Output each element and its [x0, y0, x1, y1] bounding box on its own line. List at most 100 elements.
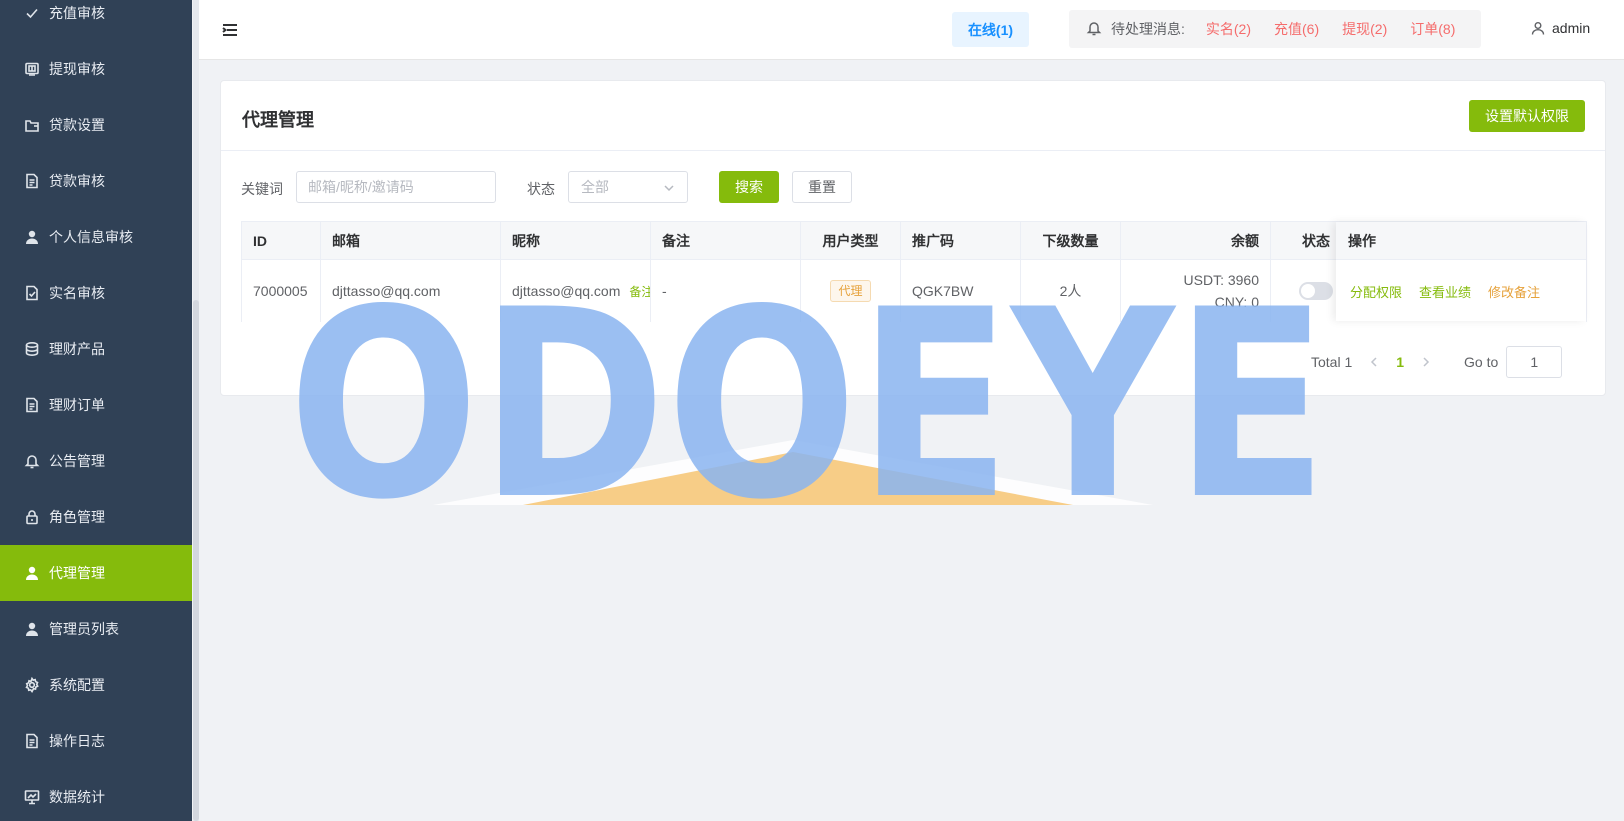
- sidebar-item-label: 充值审核: [49, 5, 105, 21]
- col-header-ops: 操作: [1336, 222, 1586, 260]
- bell-icon: [1086, 20, 1102, 39]
- chevron-down-icon: [663, 181, 675, 193]
- set-default-permissions-button[interactable]: 设置默认权限: [1469, 100, 1585, 132]
- pending-withdraw-link[interactable]: 提现(2): [1342, 19, 1387, 39]
- menu-toggle-icon[interactable]: [221, 21, 239, 39]
- sidebar-item-finance-products[interactable]: 理财产品: [0, 321, 192, 377]
- keyword-input[interactable]: [296, 171, 496, 203]
- sidebar-item-statistics[interactable]: 数据统计: [0, 769, 192, 821]
- username: admin: [1552, 20, 1591, 36]
- sidebar-scrollbar[interactable]: [193, 0, 199, 821]
- sidebar-item-label: 操作日志: [49, 733, 105, 749]
- user-menu[interactable]: admin: [1531, 20, 1590, 36]
- top-header: 在线(1) 待处理消息: 实名(2) 充值(6) 提现(2) 订单(8) adm…: [199, 0, 1624, 60]
- sidebar-item-agents[interactable]: 代理管理: [0, 545, 192, 601]
- sidebar-item-label: 实名审核: [49, 285, 105, 301]
- user-icon: [24, 621, 40, 637]
- status-select[interactable]: 全部: [568, 171, 688, 203]
- cell-remark: -: [651, 260, 801, 322]
- agent-management-card: 代理管理 设置默认权限 关键词 状态 全部 搜索 重置 ID 邮箱 昵称 备注 …: [220, 80, 1606, 396]
- wallet-icon: [24, 61, 40, 77]
- status-toggle[interactable]: [1299, 282, 1333, 300]
- user-icon: [24, 565, 40, 581]
- sidebar-item-finance-orders[interactable]: 理财订单: [0, 377, 192, 433]
- col-header-sub-count: 下级数量: [1021, 222, 1121, 259]
- edit-remark-link[interactable]: 修改备注: [1488, 282, 1540, 301]
- folder-icon: [24, 117, 40, 133]
- keyword-label: 关键词: [241, 181, 283, 197]
- sidebar-item-operation-log[interactable]: 操作日志: [0, 713, 192, 769]
- sidebar-item-label: 个人信息审核: [49, 229, 133, 245]
- sidebar-item-label: 系统配置: [49, 677, 105, 693]
- pending-orders-link[interactable]: 订单(8): [1410, 19, 1455, 39]
- col-header-balance: 余额: [1121, 222, 1271, 259]
- view-performance-link[interactable]: 查看业绩: [1419, 282, 1471, 301]
- status-label: 状态: [527, 181, 555, 197]
- sidebar-item-loan-settings[interactable]: 贷款设置: [0, 97, 192, 153]
- pending-realname-link[interactable]: 实名(2): [1206, 19, 1251, 39]
- sidebar-item-label: 贷款审核: [49, 173, 105, 189]
- agents-table: ID 邮箱 昵称 备注 用户类型 推广码 下级数量 余额 状态 7000005 …: [241, 221, 1587, 322]
- pagination-total: Total 1: [1311, 354, 1353, 370]
- col-header-remark: 备注: [651, 222, 801, 259]
- card-divider: [221, 150, 1605, 151]
- cell-promo-code: QGK7BW: [901, 260, 1021, 322]
- document-check-icon: [24, 285, 40, 301]
- cell-balance: USDT: 3960 CNY: 0: [1121, 260, 1271, 322]
- user-icon: [24, 229, 40, 245]
- sidebar: 充值审核 提现审核 贷款设置 贷款审核 个人信息审核 实名审核 理财产品 理财订…: [0, 0, 192, 821]
- user-icon: [1531, 22, 1545, 35]
- sidebar-item-roles[interactable]: 角色管理: [0, 489, 192, 545]
- nickname-text: djttasso@qq.com: [512, 283, 621, 299]
- sidebar-item-label: 代理管理: [49, 565, 105, 581]
- status-toggle-knob: [1301, 284, 1315, 298]
- col-header-nickname: 昵称: [501, 222, 651, 259]
- sidebar-item-label: 管理员列表: [49, 621, 119, 637]
- sidebar-item-withdraw-review[interactable]: 提现审核: [0, 41, 192, 97]
- cell-user-type: 代理: [801, 260, 901, 322]
- nickname-remark-link[interactable]: 备注: [629, 283, 650, 300]
- sidebar-item-admins[interactable]: 管理员列表: [0, 601, 192, 657]
- chart-board-icon: [24, 789, 40, 805]
- goto-page-input[interactable]: [1506, 346, 1563, 378]
- sidebar-item-recharge-review[interactable]: 充值审核: [0, 0, 192, 41]
- sidebar-item-label: 公告管理: [49, 453, 105, 469]
- sidebar-item-system-config[interactable]: 系统配置: [0, 657, 192, 713]
- cell-ops: 分配权限 查看业绩 修改备注: [1336, 260, 1586, 322]
- cell-nickname: djttasso@qq.com 备注: [501, 260, 651, 322]
- user-type-tag: 代理: [830, 280, 871, 302]
- col-header-user-type: 用户类型: [801, 222, 901, 259]
- sidebar-scrollbar-thumb[interactable]: [193, 300, 199, 821]
- page-number[interactable]: 1: [1396, 354, 1404, 370]
- balance-cny: CNY: 0: [1214, 294, 1259, 310]
- pending-recharge-link[interactable]: 充值(6): [1274, 19, 1319, 39]
- balance-usdt: USDT: 3960: [1183, 272, 1259, 288]
- next-page-icon[interactable]: [1420, 356, 1432, 368]
- sidebar-item-loan-review[interactable]: 贷款审核: [0, 153, 192, 209]
- cell-email: djttasso@qq.com: [321, 260, 501, 322]
- prev-page-icon[interactable]: [1368, 356, 1380, 368]
- pagination: Total 1 1 Go to: [1311, 346, 1563, 378]
- document-icon: [24, 733, 40, 749]
- watermark-roof-outline: [433, 440, 1153, 505]
- sidebar-item-profile-review[interactable]: 个人信息审核: [0, 209, 192, 265]
- online-count-badge[interactable]: 在线(1): [952, 12, 1029, 47]
- assign-permissions-link[interactable]: 分配权限: [1350, 282, 1402, 301]
- search-button[interactable]: 搜索: [719, 171, 779, 203]
- bell-icon: [24, 453, 40, 469]
- reset-button[interactable]: 重置: [792, 171, 852, 203]
- document-icon: [24, 173, 40, 189]
- pending-messages: 待处理消息: 实名(2) 充值(6) 提现(2) 订单(8): [1069, 10, 1481, 48]
- sidebar-item-label: 理财订单: [49, 397, 105, 413]
- sidebar-item-announcements[interactable]: 公告管理: [0, 433, 192, 489]
- sidebar-item-label: 理财产品: [49, 341, 105, 357]
- sidebar-item-realname-review[interactable]: 实名审核: [0, 265, 192, 321]
- col-header-promo-code: 推广码: [901, 222, 1021, 259]
- col-header-email: 邮箱: [321, 222, 501, 259]
- check-icon: [24, 5, 40, 21]
- sidebar-item-label: 角色管理: [49, 509, 105, 525]
- gear-icon: [24, 677, 40, 693]
- goto-label: Go to: [1464, 354, 1499, 370]
- cell-sub-count[interactable]: 2人: [1021, 260, 1121, 322]
- coins-icon: [24, 341, 40, 357]
